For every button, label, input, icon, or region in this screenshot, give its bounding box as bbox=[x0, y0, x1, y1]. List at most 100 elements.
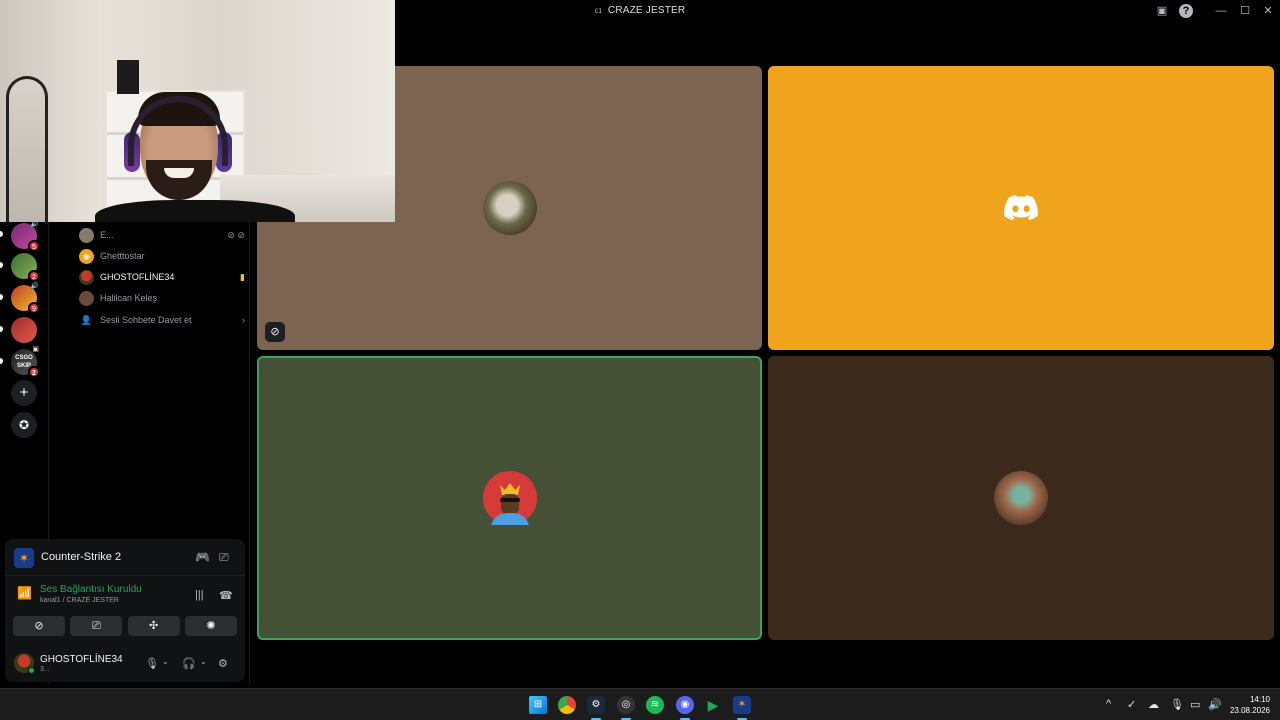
spotify-icon[interactable]: ≋ bbox=[646, 696, 664, 714]
signal-icon[interactable]: 📶 bbox=[17, 586, 32, 600]
add-server-button[interactable]: + bbox=[11, 380, 37, 406]
unread-pip bbox=[0, 231, 3, 237]
webcam-overlay bbox=[0, 0, 395, 222]
invite-label: Sesli Sohbete Davet et bbox=[100, 315, 192, 325]
system-clock[interactable]: 14:10 23.08.2026 bbox=[1230, 694, 1270, 716]
participant-avatar bbox=[482, 181, 537, 235]
server-icon[interactable]: CSGO SKIP ▣ 2 bbox=[11, 346, 40, 378]
server-icon[interactable]: 🔊 5 bbox=[11, 221, 40, 252]
minimize-icon[interactable]: — bbox=[1214, 4, 1228, 18]
voice-member[interactable]: Halilcan Keleş bbox=[79, 289, 245, 307]
microphone-icon[interactable]: 🎙 bbox=[145, 657, 159, 670]
window-title-text: CRAZE JESTER bbox=[607, 5, 686, 16]
unread-pip bbox=[0, 262, 3, 268]
camera-button[interactable]: ⊘ bbox=[13, 616, 65, 636]
server-icon[interactable]: 2 bbox=[11, 253, 40, 282]
voice-channel-path[interactable]: kanal1 / CRAZE JESTER bbox=[40, 597, 119, 604]
close-icon[interactable]: ✕ bbox=[1261, 4, 1275, 18]
headphones-icon[interactable]: 🎧 bbox=[182, 657, 196, 670]
windows-taskbar: ⊞ ⚙ ◎ ≋ ◉ ▶ ✶ ^ ✓ ☁ 🎙 ▭ 🔊 14:10 23.08.20… bbox=[0, 688, 1280, 720]
voice-member[interactable]: ◉ Ghetttostar bbox=[79, 247, 245, 265]
steam-icon[interactable]: ⚙ bbox=[587, 696, 605, 720]
invite-to-voice-item[interactable]: 👤 Sesli Sohbete Davet et › bbox=[79, 311, 245, 329]
chevron-down-icon[interactable]: ⌄ bbox=[200, 657, 207, 666]
voice-connection: 📶 Ses Bağlantısı Kuruldu kanal1 / CRAZE … bbox=[5, 577, 245, 611]
video-tile[interactable] bbox=[768, 66, 1274, 350]
share-screen-button[interactable]: ⎚ bbox=[70, 616, 123, 636]
chevron-right-icon: › bbox=[242, 315, 245, 325]
mention-badge: 2 bbox=[28, 366, 40, 378]
chevron-down-icon[interactable]: ⌄ bbox=[162, 657, 169, 666]
server-icon[interactable]: 🔊 9 bbox=[11, 283, 40, 314]
tray-cloud-icon[interactable]: ☁ bbox=[1148, 698, 1159, 711]
gamepad-icon[interactable]: 🎮 bbox=[195, 550, 210, 564]
voice-member-name: Ghetttostar bbox=[100, 251, 145, 261]
activity-row[interactable]: ✶ Counter-Strike 2 🎮 ⎚ bbox=[5, 539, 245, 576]
counter-strike-icon[interactable]: ✶ bbox=[733, 696, 751, 720]
game-icon: ✶ bbox=[14, 548, 34, 568]
help-icon[interactable]: ? bbox=[1179, 4, 1193, 18]
user-panel: ✶ Counter-Strike 2 🎮 ⎚ 📶 Ses Bağlantısı … bbox=[5, 539, 245, 682]
mention-badge: 9 bbox=[28, 302, 40, 314]
voice-status[interactable]: Ses Bağlantısı Kuruldu bbox=[40, 584, 142, 595]
unread-pip bbox=[0, 326, 3, 332]
window-icon: ▣ bbox=[32, 346, 39, 353]
mirror bbox=[6, 76, 48, 222]
clock-time: 14:10 bbox=[1249, 695, 1270, 704]
clock-date: 23.08.2026 bbox=[1229, 706, 1270, 715]
disconnect-icon[interactable]: ☎ bbox=[219, 589, 233, 602]
play-icon[interactable]: ▶ bbox=[704, 696, 722, 714]
screen-share-icon[interactable]: ⎚ bbox=[219, 550, 229, 565]
voice-controls: ⊘ ⎚ ✣ ✺ bbox=[13, 616, 237, 636]
voice-member[interactable]: GHOSTOFLİNE34 ▮ bbox=[79, 268, 245, 286]
unread-pip bbox=[0, 294, 3, 300]
chrome-icon[interactable] bbox=[558, 696, 576, 714]
noise-suppression-icon[interactable]: ||| bbox=[195, 589, 204, 601]
online-status-dot bbox=[28, 667, 35, 674]
avatar bbox=[79, 269, 94, 285]
video-tile-speaking[interactable] bbox=[257, 356, 762, 640]
volume-icon[interactable]: 🔊 bbox=[1208, 698, 1222, 711]
discord-logo-icon bbox=[1004, 195, 1038, 221]
tray-overflow-icon[interactable]: ^ bbox=[1106, 698, 1111, 710]
obs-icon[interactable]: ◎ bbox=[617, 696, 635, 720]
crown-avatar-icon bbox=[482, 471, 537, 525]
muted-deafened-icon: ⊘ ⊘ bbox=[227, 229, 245, 240]
voice-member[interactable]: E... ⊘ ⊘ bbox=[79, 226, 245, 244]
voice-channel-icon: ᴄɪ bbox=[594, 6, 602, 15]
speaker-icon: 🔊 bbox=[30, 283, 39, 290]
voice-member-name: GHOSTOFLİNE34 bbox=[100, 272, 175, 282]
mention-badge: 2 bbox=[28, 270, 40, 282]
soundboard-button[interactable]: ✺ bbox=[184, 616, 237, 636]
tray-microphone-icon[interactable]: 🎙 bbox=[1170, 698, 1184, 711]
add-friend-icon: 👤 bbox=[80, 314, 93, 325]
mention-badge: 5 bbox=[28, 240, 40, 252]
discord-icon[interactable]: ◉ bbox=[676, 696, 694, 720]
avatar bbox=[79, 290, 94, 306]
unread-pip bbox=[0, 358, 3, 364]
video-tile[interactable] bbox=[768, 356, 1274, 640]
avatar bbox=[79, 227, 94, 243]
participant-avatar bbox=[994, 471, 1048, 525]
speaker-box bbox=[117, 60, 139, 94]
inbox-icon[interactable]: ▣ bbox=[1155, 4, 1169, 18]
discord-avatar-icon: ◉ bbox=[79, 248, 94, 264]
network-icon[interactable]: ▭ bbox=[1190, 698, 1200, 711]
user-area: GHOSTOFLİNE34 3... 🎙 ⌄ 🎧 ⌄ ⚙ bbox=[5, 646, 245, 682]
windows-start-icon[interactable]: ⊞ bbox=[529, 696, 547, 714]
voice-member-name: E... bbox=[100, 230, 114, 240]
voice-member-name: Halilcan Keleş bbox=[100, 293, 158, 303]
participant-avatar bbox=[482, 471, 537, 525]
maximize-icon[interactable]: ☐ bbox=[1238, 4, 1252, 18]
game-name: Counter-Strike 2 bbox=[41, 551, 122, 563]
person-body bbox=[95, 200, 295, 222]
muted-icon: ⊘ bbox=[265, 322, 285, 342]
game-activity-icon: ▮ bbox=[240, 271, 245, 282]
server-icon[interactable] bbox=[11, 317, 37, 343]
activities-button[interactable]: ✣ bbox=[127, 616, 180, 636]
user-status: 3... bbox=[40, 666, 50, 673]
username[interactable]: GHOSTOFLİNE34 bbox=[40, 654, 123, 665]
tray-app-icon[interactable]: ✓ bbox=[1127, 698, 1136, 711]
settings-gear-icon[interactable]: ⚙ bbox=[218, 657, 228, 670]
discover-button[interactable]: ✪ bbox=[11, 412, 37, 438]
